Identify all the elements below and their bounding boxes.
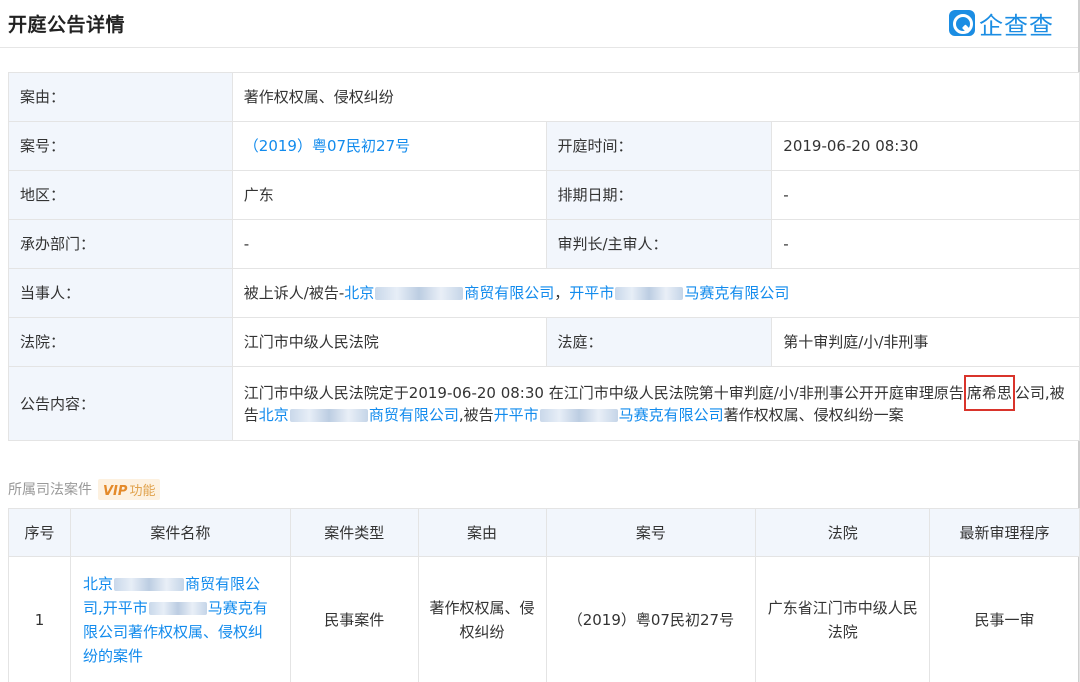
col-header-index: 序号 (8, 508, 71, 557)
cell-court: 广东省江门市中级人民法院 (755, 556, 931, 682)
search-logo-icon (949, 10, 975, 36)
row-parties: 当事人： 被上诉人/被告-北京 商贸有限公司，开平市 马赛克有限公司 (8, 268, 1080, 318)
notice-content: 江门市中级人民法院定于2019-06-20 08:30 在江门市中级人民法院第十… (231, 366, 1080, 441)
col-header-type: 案件类型 (289, 508, 419, 557)
department-label: 承办部门： (8, 219, 233, 269)
redacted-text (113, 577, 184, 591)
notice-text: 江门市中级人民法院定于2019-06-20 08:30 在江门市中级人民法院第十… (243, 383, 964, 402)
region-value: 广东 (231, 170, 547, 220)
hearing-detail-table: 案由： 著作权权属、侵权纠纷 案号： （2019）粤07民初27号 开庭时间： … (8, 72, 1080, 441)
col-header-procedure: 最新审理程序 (929, 508, 1080, 557)
case-name-link[interactable]: 北京 商贸有限公司,开平市 马赛克有限公司著作权权属、侵权纠纷的案件 (83, 575, 268, 665)
notice-party2-end: 马赛克有限公司 (618, 405, 724, 424)
case-number-label: 案号： (8, 121, 233, 171)
notice-party2-start: 开平市 (493, 405, 539, 424)
party1-end: 商贸有限公司 (464, 284, 555, 302)
row-case-reason: 案由： 著作权权属、侵权纠纷 (8, 72, 1080, 122)
judge-label: 审判长/主审人： (545, 219, 773, 269)
party2-start: 开平市 (569, 284, 615, 302)
judge-value: - (771, 219, 1080, 269)
cell-case-no: （2019）粤07民初27号 (545, 556, 757, 682)
col-header-court: 法院 (755, 508, 931, 557)
col-header-reason: 案由 (417, 508, 547, 557)
department-value: - (231, 219, 547, 269)
cell-case-name: 北京 商贸有限公司,开平市 马赛克有限公司著作权权属、侵权纠纷的案件 (69, 556, 291, 682)
notice-text: ,被告 (458, 405, 494, 424)
section-header: 所属司法案件 VIP 功能 (8, 478, 161, 500)
case-reason-label: 案由： (8, 72, 233, 122)
notice-text: 著作权权属、侵权纠纷一案 (723, 405, 904, 424)
row-department: 承办部门： - 审判长/主审人： - (8, 219, 1080, 269)
col-header-name: 案件名称 (69, 508, 291, 557)
row-region: 地区： 广东 排期日期： - (8, 170, 1080, 220)
vip-text: 功能 (129, 483, 156, 499)
party-link-1[interactable]: 北京 商贸有限公司 (344, 284, 554, 302)
cell-procedure: 民事一审 (929, 556, 1080, 682)
tribunal-value: 第十审判庭/小/非刑事 (771, 317, 1080, 367)
notice-party-link-2[interactable]: 开平市 马赛克有限公司 (494, 406, 724, 424)
section-title: 所属司法案件 (8, 482, 92, 498)
cases-table: 序号 案件名称 案件类型 案由 案号 法院 最新审理程序 1 北京 商贸有限公司,… (8, 508, 1080, 682)
cell-reason: 著作权权属、侵权纠纷 (417, 556, 547, 682)
party-link-2[interactable]: 开平市 马赛克有限公司 (569, 284, 789, 302)
cell-index: 1 (8, 556, 71, 682)
page: 开庭公告详情 企查查 案由： 著作权权属、侵权纠纷 案号： （2019）粤07民… (0, 0, 1080, 682)
parties-prefix: 被上诉人/被告- (243, 284, 345, 302)
schedule-date-value: - (771, 170, 1080, 220)
case-number-link[interactable]: （2019）粤07民初27号 (244, 137, 410, 155)
party1-start: 北京 (344, 284, 375, 302)
hearing-time-label: 开庭时间： (545, 121, 773, 171)
case-reason-value: 著作权权属、侵权纠纷 (231, 72, 1080, 122)
party2-end: 马赛克有限公司 (684, 284, 790, 302)
parties-value: 被上诉人/被告-北京 商贸有限公司，开平市 马赛克有限公司 (231, 268, 1080, 318)
highlighted-name: 席希思 (963, 374, 1015, 411)
redacted-text (375, 287, 464, 300)
vip-badge[interactable]: VIP 功能 (98, 478, 161, 500)
redacted-text (289, 408, 368, 422)
parties-label: 当事人： (8, 268, 233, 318)
notice-party1-start: 北京 (258, 405, 289, 424)
row-notice-content: 公告内容： 江门市中级人民法院定于2019-06-20 08:30 在江门市中级… (8, 366, 1080, 441)
cell-type: 民事案件 (289, 556, 419, 682)
notice-label: 公告内容： (8, 366, 233, 441)
case-name-start: 北京 (82, 574, 113, 593)
qichacha-logo[interactable]: 企查查 (949, 8, 1054, 40)
row-case-number: 案号： （2019）粤07民初27号 开庭时间： 2019-06-20 08:3… (8, 121, 1080, 171)
redacted-text (148, 601, 207, 615)
region-label: 地区： (8, 170, 233, 220)
court-value: 江门市中级人民法院 (231, 317, 547, 367)
table-row: 1 北京 商贸有限公司,开平市 马赛克有限公司著作权权属、侵权纠纷的案件 民事案件 … (8, 556, 1080, 682)
tribunal-label: 法庭： (545, 317, 773, 367)
party-separator: ， (554, 284, 570, 302)
page-title: 开庭公告详情 (8, 14, 126, 36)
notice-party1-end: 商贸有限公司 (368, 405, 459, 424)
col-header-case-no: 案号 (545, 508, 757, 557)
row-court: 法院： 江门市中级人民法院 法庭： 第十审判庭/小/非刑事 (8, 317, 1080, 367)
redacted-text (539, 408, 618, 422)
redacted-text (615, 287, 684, 300)
vip-icon: VIP (103, 483, 128, 499)
schedule-date-label: 排期日期： (545, 170, 773, 220)
court-label: 法院： (8, 317, 233, 367)
notice-party-link-1[interactable]: 北京 商贸有限公司 (259, 406, 459, 424)
cases-table-header: 序号 案件名称 案件类型 案由 案号 法院 最新审理程序 (8, 508, 1080, 557)
hearing-time-value: 2019-06-20 08:30 (771, 121, 1080, 171)
header-bar: 开庭公告详情 企查查 (0, 0, 1080, 48)
logo-text: 企查查 (979, 11, 1054, 40)
